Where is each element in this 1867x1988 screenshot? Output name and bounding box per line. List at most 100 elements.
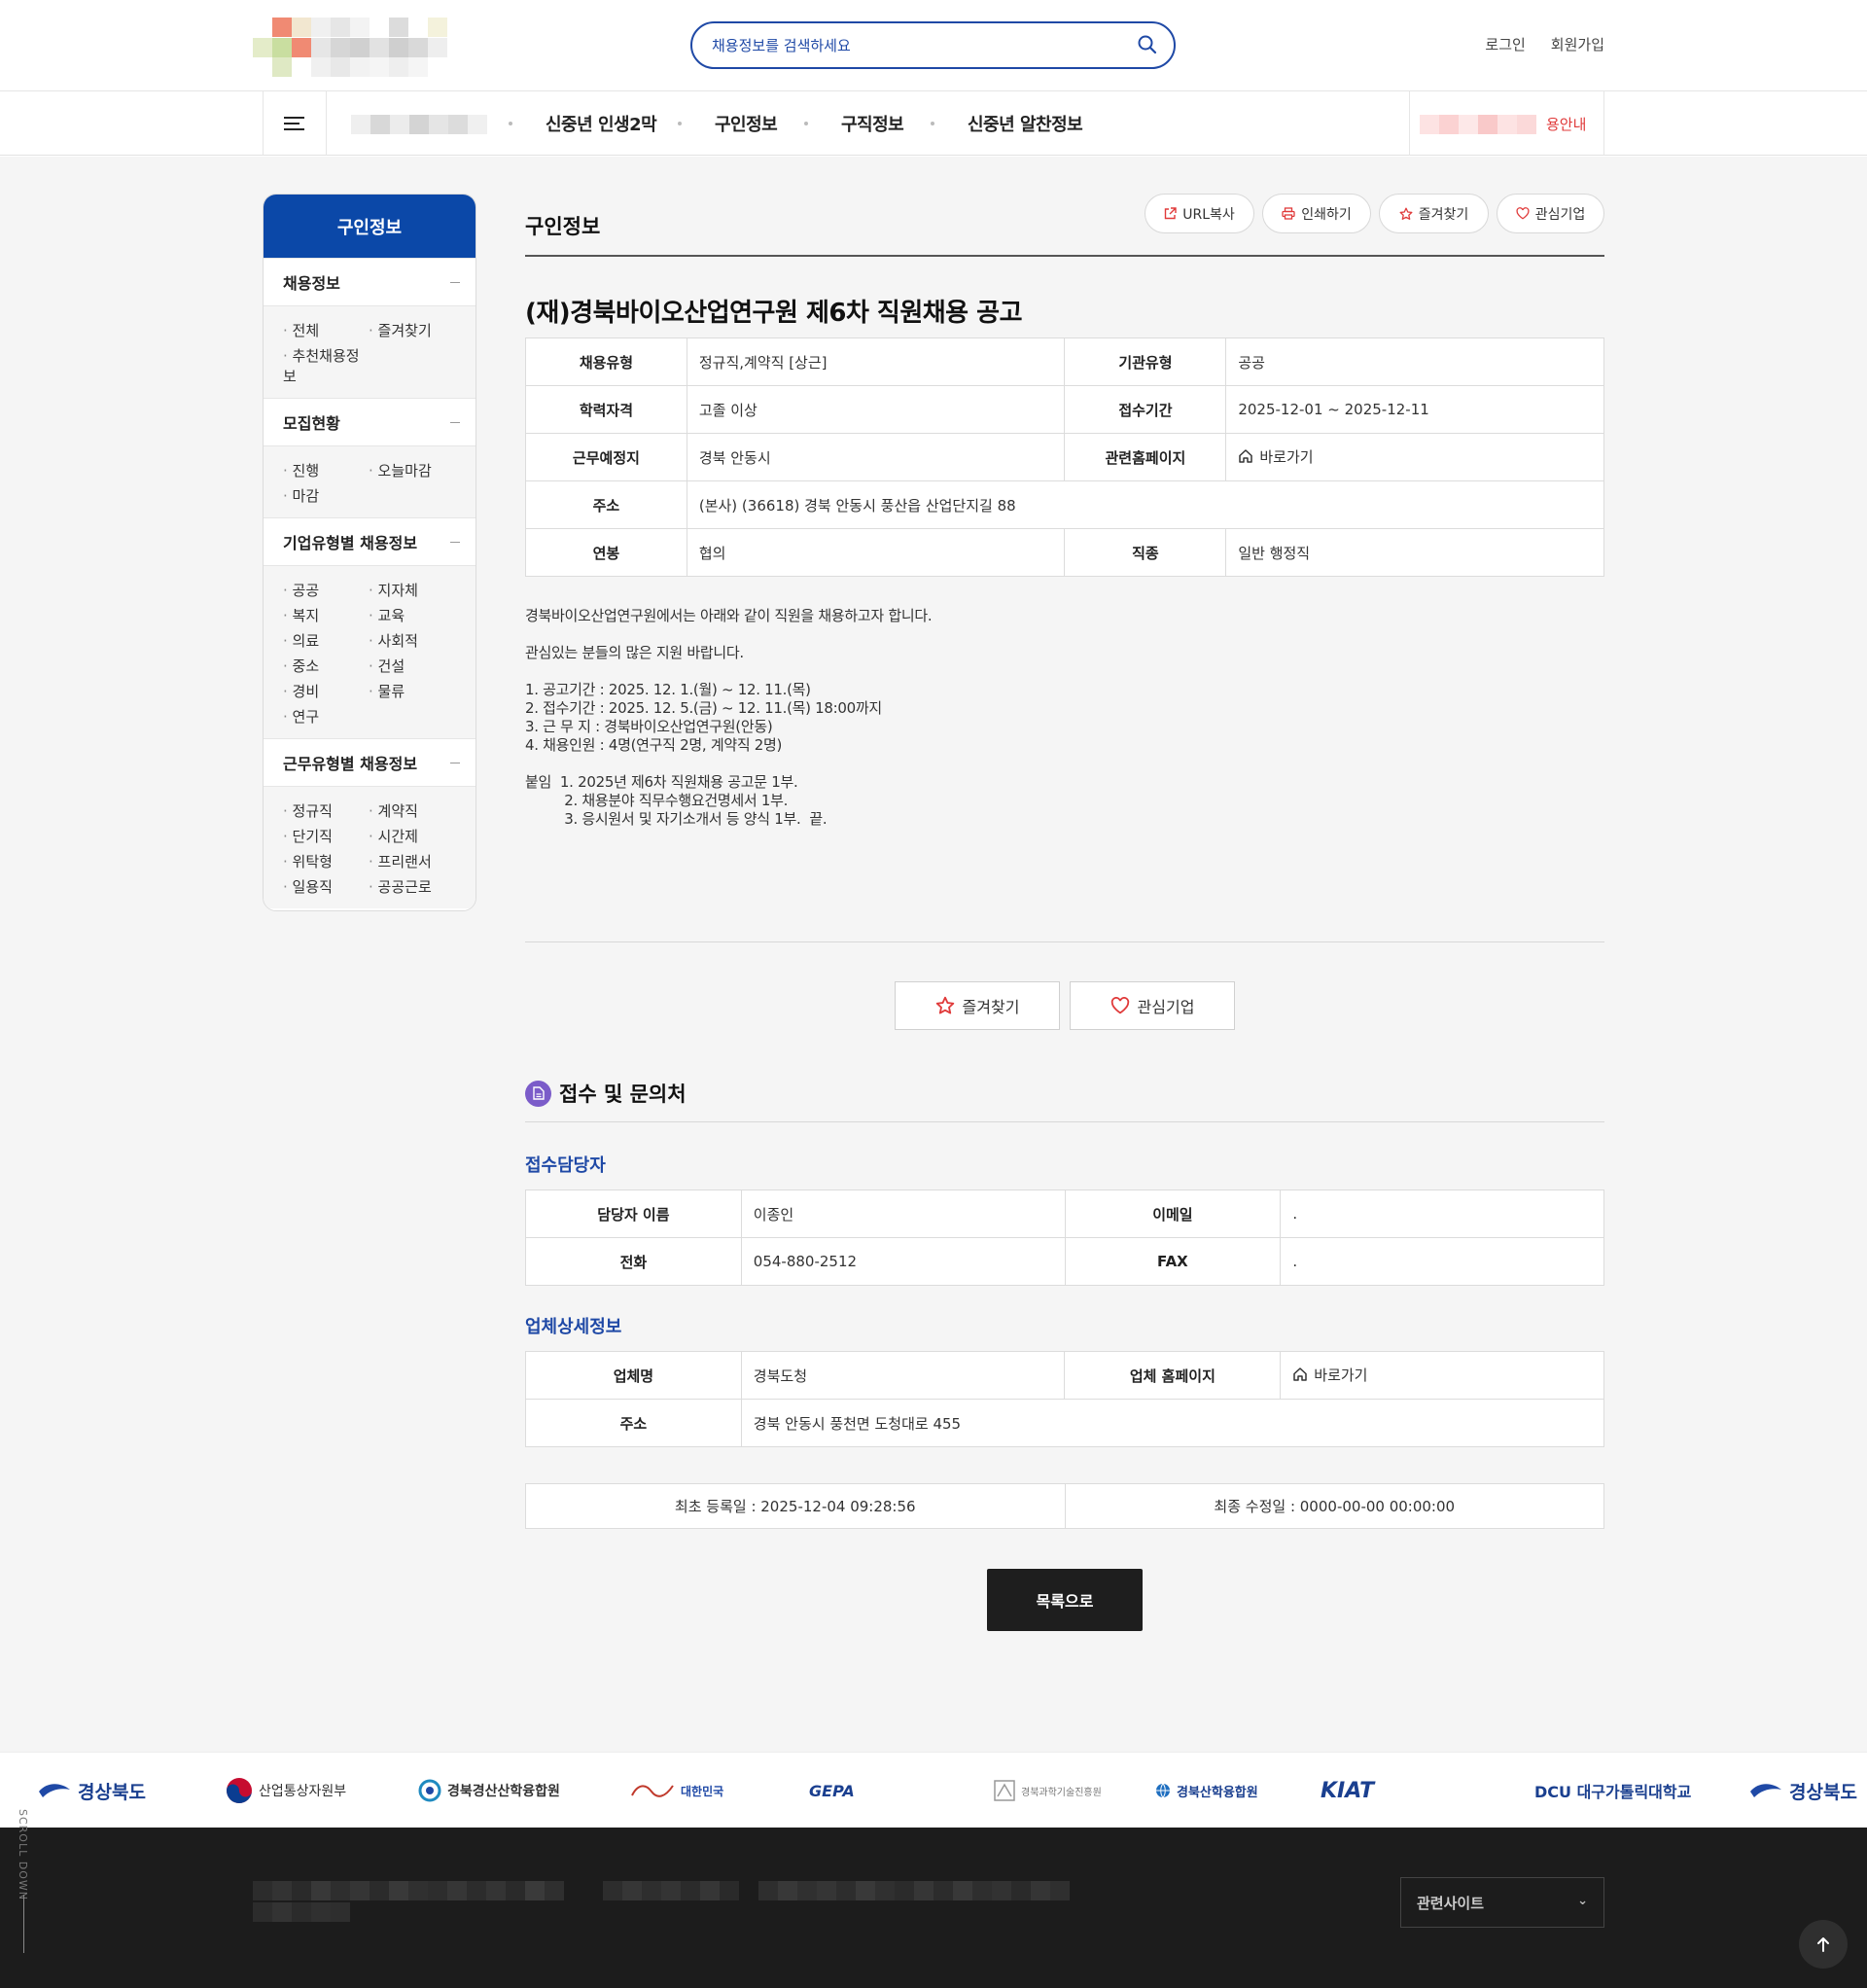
heart-icon (1516, 207, 1530, 220)
contact-section-title: 접수 및 문의처 (525, 1079, 687, 1108)
partner-logo[interactable]: 경북산학융합원 (1155, 1774, 1258, 1807)
sidebar-item-social[interactable]: 사회적 (369, 630, 466, 651)
nav-item-job-offers[interactable]: 구인정보 (715, 111, 778, 136)
sidebar-item-construction[interactable]: 건설 (369, 656, 466, 676)
sidebar-item-daily[interactable]: 일용직 (283, 876, 369, 897)
partner-logos: 경상북도 산업통상자원부 경북경산산학융합원 대한민국 GEPA 경북과학기술진… (0, 1752, 1867, 1828)
url-copy-button[interactable]: URL복사 (1145, 194, 1254, 233)
sidebar-item-closed[interactable]: 마감 (283, 485, 369, 506)
main-navigation: 신중년 인생2막 구인정보 구직정보 신중년 알찬정보 용안내 (0, 91, 1867, 156)
partner-logo[interactable]: GEPA (809, 1774, 855, 1807)
sidebar-item-closing-today[interactable]: 오늘마감 (369, 460, 466, 480)
favorite-large-button[interactable]: 즐겨찾기 (895, 981, 1060, 1030)
partner-logo[interactable]: 산업통상자원부 (226, 1774, 346, 1807)
sidebar-item-medical[interactable]: 의료 (283, 630, 369, 651)
sidebar-group-header[interactable]: 채용정보 (264, 258, 476, 306)
blurred-footer-info (253, 1881, 1070, 1924)
nav-item-job-seekers[interactable]: 구직정보 (841, 111, 904, 136)
sidebar-item-short-term[interactable]: 단기직 (283, 826, 369, 846)
sidebar-item-local-gov[interactable]: 지자체 (369, 580, 466, 600)
job-category-label: 직종 (1064, 528, 1227, 577)
sidebar-item-favorites[interactable]: 즐겨찾기 (369, 320, 466, 340)
sidebar-item-research[interactable]: 연구 (283, 706, 369, 727)
related-sites-select[interactable]: 관련사이트 ⌄ (1400, 1877, 1604, 1928)
nav-item-second-life[interactable]: 신중년 인생2막 (546, 111, 657, 136)
registration-info: 최초 등록일 : 2025-12-04 09:28:56 최종 수정일 : 00… (525, 1483, 1604, 1529)
search-icon[interactable] (1137, 34, 1158, 55)
company-table: 업체명 경북도청 업체 홈페이지 바로가기 주소 경북 안동시 풍천면 도청대로… (525, 1351, 1605, 1447)
sidebar-item-freelancer[interactable]: 프리랜서 (369, 851, 466, 871)
scroll-to-top-button[interactable] (1799, 1920, 1848, 1969)
table-row: 전화 054-880-2512 FAX . (525, 1237, 1604, 1286)
site-logo[interactable] (253, 18, 486, 78)
salary-value: 협의 (686, 528, 1066, 577)
org-type-value: 공공 (1225, 337, 1604, 386)
divider (525, 941, 1604, 942)
sidebar-group-header[interactable]: 기업유형별 채용정보 (264, 517, 476, 566)
partner-logo[interactable]: 경북경산산학융합원 (418, 1774, 560, 1807)
sidebar-item-ongoing[interactable]: 진행 (283, 460, 369, 480)
sidebar-item-public[interactable]: 공공 (283, 580, 369, 600)
sidebar-item-all[interactable]: 전체 (283, 320, 369, 340)
location-label: 근무예정지 (525, 433, 687, 481)
search-box[interactable]: 채용정보를 검색하세요 (690, 21, 1176, 69)
sidebar-item-sme[interactable]: 중소 (283, 656, 369, 676)
partner-logo[interactable]: DCU 대구가톨릭대학교 (1534, 1774, 1691, 1807)
org-type-label: 기관유형 (1064, 337, 1227, 386)
sidebar-title: 구인정보 (264, 195, 476, 258)
nav-item-info[interactable]: 신중년 알찬정보 (968, 111, 1083, 136)
partner-logo[interactable]: 경상북도 (1748, 1774, 1857, 1807)
printer-icon (1282, 207, 1295, 220)
favorite-button[interactable]: 즐겨찾기 (1379, 194, 1489, 233)
homepage-cell: 바로가기 (1225, 433, 1604, 481)
back-to-list-button[interactable]: 목록으로 (987, 1569, 1143, 1631)
partner-logo[interactable]: KIAT (1321, 1774, 1374, 1807)
partner-logo[interactable]: 경북과학기술진흥원 (994, 1774, 1102, 1807)
sidebar-group-header[interactable]: 근무유형별 채용정보 (264, 738, 476, 787)
sidebar-item-education[interactable]: 교육 (369, 605, 466, 625)
contact-name-label: 담당자 이름 (525, 1189, 742, 1238)
title-divider (525, 255, 1604, 257)
partner-logo[interactable]: 경상북도 (37, 1774, 146, 1807)
address-value: (본사) (36618) 경북 안동시 풍산읍 산업단지길 88 (686, 480, 1605, 529)
modified-date: 최종 수정일 : 0000-00-00 00:00:00 (1064, 1484, 1604, 1528)
sidebar-item-security[interactable]: 경비 (283, 681, 369, 701)
signup-link[interactable]: 회원가입 (1551, 34, 1604, 54)
homepage-link[interactable]: 바로가기 (1238, 446, 1314, 467)
company-homepage-cell: 바로가기 (1280, 1351, 1604, 1400)
interest-company-button[interactable]: 관심기업 (1497, 194, 1604, 233)
sidebar-item-recommended[interactable]: 추천채용정보 (283, 345, 369, 386)
sidebar-item-consignment[interactable]: 위탁형 (283, 851, 369, 871)
company-homepage-label: 업체 홈페이지 (1064, 1351, 1282, 1400)
sidebar-group-header[interactable]: 모집현황 (264, 398, 476, 446)
search-input[interactable]: 채용정보를 검색하세요 (712, 35, 851, 55)
nav-guide-link[interactable]: 용안내 (1409, 91, 1603, 156)
sidebar-group-work-type: 근무유형별 채용정보 정규직 계약직 단기직 시간제 위탁형 프리랜서 일용직 … (264, 738, 476, 908)
salary-label: 연봉 (525, 528, 687, 577)
sidebar-item-regular[interactable]: 정규직 (283, 800, 369, 821)
contact-email-value: . (1280, 1189, 1604, 1238)
login-link[interactable]: 로그인 (1485, 34, 1525, 54)
job-description: 경북바이오산업연구원에서는 아래와 같이 직원을 채용하고자 합니다. 관심있는… (525, 607, 933, 828)
education-value: 고졸 이상 (686, 385, 1066, 434)
sidebar-item-public-works[interactable]: 공공근로 (369, 876, 466, 897)
interest-large-button[interactable]: 관심기업 (1070, 981, 1235, 1030)
print-button[interactable]: 인쇄하기 (1262, 194, 1371, 233)
divider (525, 1121, 1604, 1122)
sidebar-item-logistics[interactable]: 물류 (369, 681, 466, 701)
table-row: 주소 경북 안동시 풍천면 도청대로 455 (525, 1399, 1605, 1447)
sidebar-item-welfare[interactable]: 복지 (283, 605, 369, 625)
square-emblem-icon (994, 1780, 1015, 1801)
table-row: 채용유형 정규직,계약직 [상근] 기관유형 공공 (525, 337, 1604, 386)
sidebar-item-contract[interactable]: 계약직 (369, 800, 466, 821)
circle-emblem-icon (418, 1779, 441, 1802)
gyeongbuk-emblem-icon (39, 1784, 70, 1797)
contact-fax-value: . (1280, 1237, 1604, 1286)
partner-logo[interactable]: 대한민국 (630, 1774, 723, 1807)
menu-toggle-button[interactable] (264, 91, 327, 156)
blurred-guide-text (1420, 115, 1546, 134)
home-icon (1239, 449, 1253, 463)
company-name-label: 업체명 (525, 1351, 742, 1400)
company-homepage-link[interactable]: 바로가기 (1292, 1365, 1367, 1385)
sidebar-item-part-time[interactable]: 시간제 (369, 826, 466, 846)
